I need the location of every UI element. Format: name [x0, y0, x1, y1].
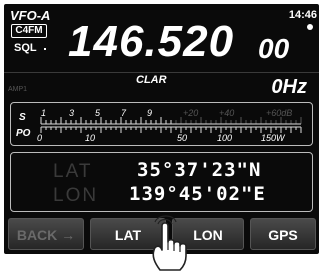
s-scale-label: 5 [95, 108, 101, 118]
gps-position-panel: LAT 35°37'23"N LON 139°45'02"E [10, 152, 313, 212]
s-scale-label: 3 [69, 108, 74, 118]
back-softkey[interactable]: BACK → [8, 218, 84, 250]
frequency-sub: 00 [258, 33, 290, 64]
clar-label: CLAR [136, 74, 167, 86]
meter-scale: S PO 1 3 5 7 9 +20 +40 +60dB 0 10 50 100 150W [16, 108, 302, 143]
divider [4, 72, 319, 73]
clar-value: 0Hz [271, 76, 307, 98]
po-scale-label: 100 [217, 133, 232, 143]
po-meter-label: PO [16, 128, 31, 139]
s-scale-label: +40 [219, 108, 234, 118]
frequency-main: 146.520 [68, 17, 235, 66]
s-scale-label: 9 [147, 108, 152, 118]
lat-value: 35°37'23"N [137, 159, 262, 181]
s-scale-label: 7 [121, 108, 127, 118]
clock: 14:46 [288, 9, 317, 21]
lat-label: LAT [53, 161, 93, 182]
radio-screenshot: VFO-A C4FM SQL 14:46 146.520 00 AMP1 CLA… [0, 0, 323, 274]
s-scale-label: +20 [183, 108, 198, 118]
po-scale-label: 50 [177, 133, 187, 143]
back-arrow-icon: → [57, 227, 76, 243]
vfo-label: VFO-A [10, 8, 51, 23]
pointing-hand-icon [152, 215, 187, 271]
lon-value: 139°45'02"E [129, 183, 266, 205]
po-scale-label: 0 [37, 133, 42, 143]
s-po-meter: S PO 1 3 5 7 9 +20 +40 +60dB 0 10 50 100 150W [10, 102, 313, 146]
lon-label: LON [53, 185, 99, 206]
gps-status-icon [307, 24, 313, 30]
po-scale-label: 150W [261, 133, 286, 143]
mode-badge: C4FM [11, 24, 47, 38]
po-scale-label: 10 [85, 133, 95, 143]
s-scale-label: 1 [41, 108, 46, 118]
sql-label: SQL [14, 42, 37, 54]
back-softkey-label: BACK [16, 227, 58, 243]
gps-softkey[interactable]: GPS [250, 218, 316, 250]
sql-indicator [44, 48, 46, 50]
s-meter-label: S [19, 112, 26, 123]
amp-label: AMP1 [8, 86, 28, 93]
s-scale-label: +60dB [266, 108, 292, 118]
